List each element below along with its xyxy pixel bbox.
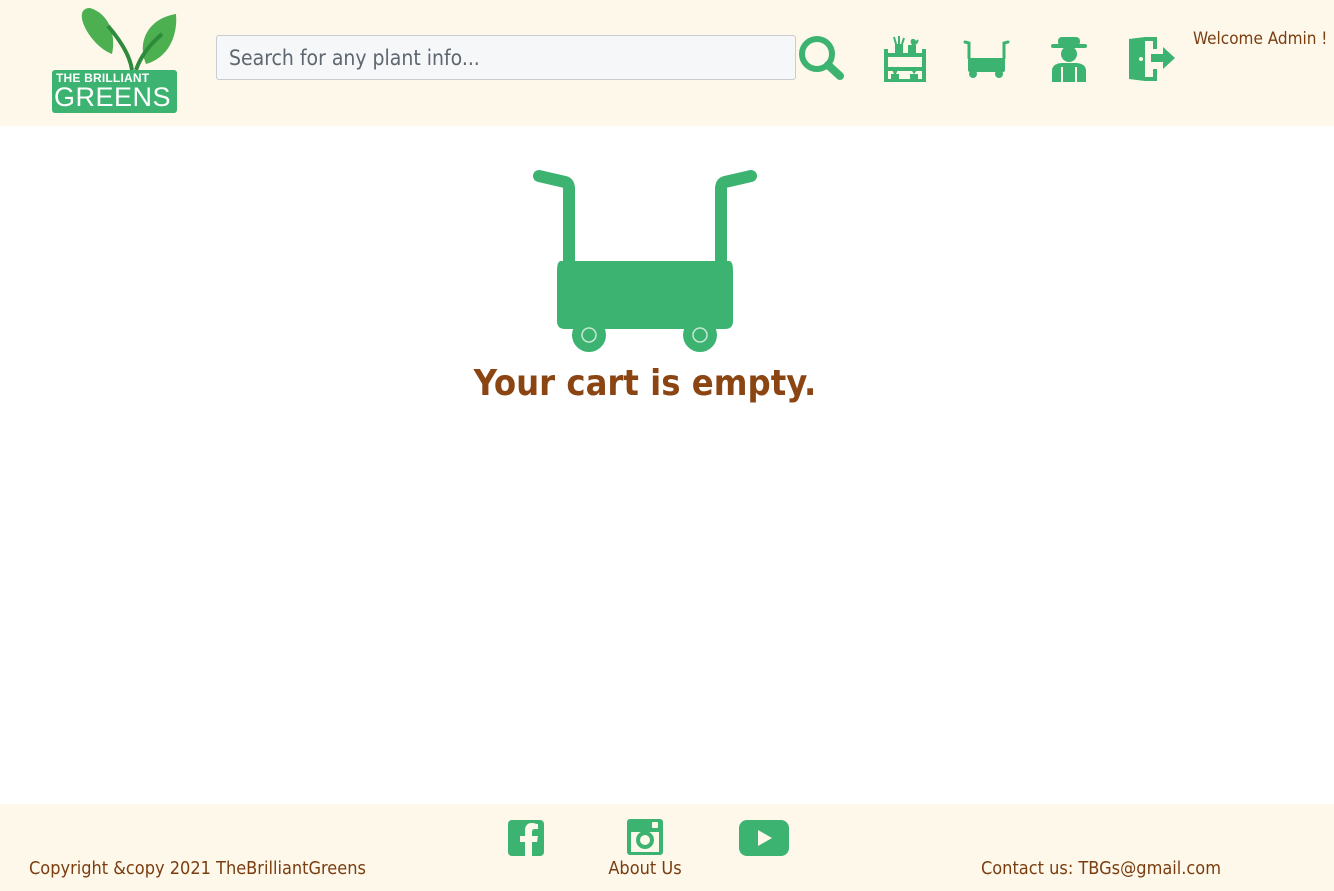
cart-icon [533, 170, 757, 352]
brand-logo[interactable]: THE BRILLIANT GREENS [50, 6, 180, 113]
logo-text-line2: GREENS [54, 82, 172, 112]
profile-button[interactable] [1049, 35, 1089, 83]
cart-icon [963, 40, 1010, 78]
facebook-link[interactable] [507, 819, 545, 857]
logo-badge: THE BRILLIANT GREENS [52, 70, 177, 113]
empty-cart-illustration [525, 165, 765, 357]
instagram-link[interactable] [626, 818, 664, 856]
youtube-icon [739, 820, 789, 856]
empty-cart-message: Your cart is empty. [473, 363, 817, 404]
gardener-profile-icon [1051, 37, 1087, 82]
search-icon [799, 36, 844, 80]
header: THE BRILLIANT GREENS Search for any plan… [0, 0, 1334, 126]
search-button[interactable] [798, 35, 846, 81]
instagram-icon [627, 819, 663, 855]
plants-shop-button[interactable] [882, 35, 928, 83]
facebook-icon [508, 820, 544, 856]
logout-door-icon [1129, 37, 1175, 81]
footer: Copyright &copy 2021 TheBrilliantGreens … [0, 804, 1334, 891]
leaves-icon [81, 8, 177, 71]
plant-shelf-icon [884, 36, 926, 82]
search-input[interactable] [216, 35, 796, 80]
logout-button[interactable] [1127, 35, 1177, 83]
contact-text: Contact us: TBGs@gmail.com [980, 858, 1221, 879]
youtube-link[interactable] [738, 819, 790, 857]
cart-button[interactable] [963, 40, 1011, 80]
welcome-text: Welcome Admin ! [1193, 29, 1328, 49]
